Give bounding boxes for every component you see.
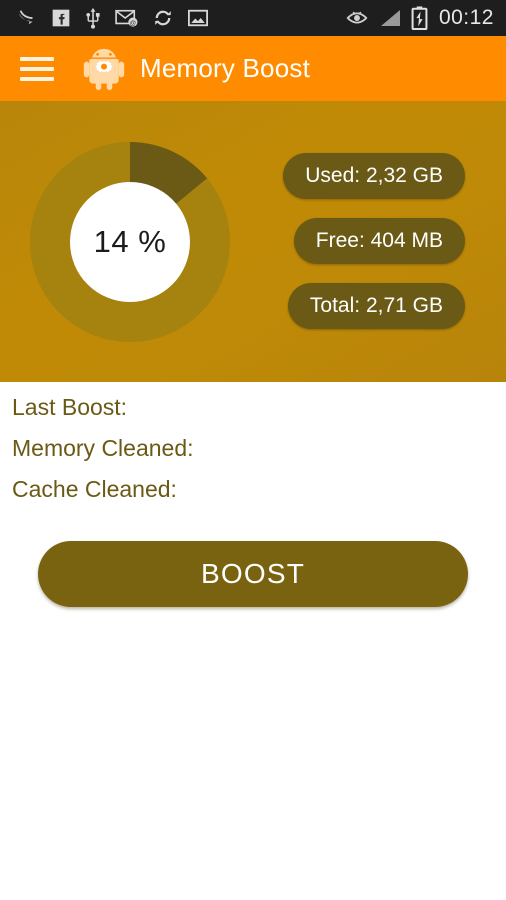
hamburger-bar-3 — [20, 76, 54, 81]
memory-percent-label: 14 % — [93, 224, 167, 259]
sync-icon — [155, 10, 171, 26]
badge-free: Free: 404 MB — [293, 218, 465, 264]
badge-total: Total: 2,71 GB — [287, 283, 465, 329]
hamburger-bar-1 — [20, 56, 54, 61]
app-screen: @ 00:12 Memory Boost 14 % Used: 2,32 GB … — [0, 0, 506, 900]
memory-panel: 14 % Used: 2,32 GB Free: 404 MB Total: 2… — [0, 101, 506, 382]
usb-icon — [86, 7, 100, 29]
status-bar-clock: 00:12 — [438, 6, 494, 29]
page-title: Memory Boost — [140, 53, 311, 83]
status-bar: @ 00:12 — [0, 0, 506, 36]
memory-badges: Used: 2,32 GB Free: 404 MB Total: 2,71 G… — [283, 153, 465, 329]
stat-row-memory-cleaned: Memory Cleaned: — [12, 437, 494, 460]
stat-label-cache-cleaned: Cache Cleaned: — [12, 476, 177, 502]
boost-stats: Last Boost: Memory Cleaned: Cache Cleane… — [12, 396, 494, 519]
signal-bars-icon — [380, 10, 400, 26]
stat-label-last-boost: Last Boost: — [12, 394, 128, 420]
status-bar-left-icons: @ — [0, 7, 209, 29]
stat-row-last-boost: Last Boost: — [12, 396, 494, 419]
stat-label-memory-cleaned: Memory Cleaned: — [12, 435, 194, 461]
badge-used: Used: 2,32 GB — [283, 153, 465, 199]
stat-row-cache-cleaned: Cache Cleaned: — [12, 478, 494, 501]
hamburger-bar-2 — [20, 66, 54, 71]
facebook-icon — [52, 9, 70, 27]
hamburger-menu-icon[interactable] — [20, 56, 54, 81]
svg-text:@: @ — [130, 20, 136, 27]
status-bar-right-icons: 00:12 — [345, 6, 506, 30]
email-icon: @ — [115, 9, 138, 27]
android-gear-robot-icon — [83, 48, 125, 90]
gallery-image-icon — [188, 9, 208, 27]
boost-button[interactable]: BOOST — [38, 541, 468, 607]
battery-charging-icon — [411, 6, 428, 30]
app-bar: Memory Boost — [0, 36, 506, 104]
swoosh-icon — [18, 10, 33, 25]
smart-stay-eye-icon — [346, 11, 368, 24]
